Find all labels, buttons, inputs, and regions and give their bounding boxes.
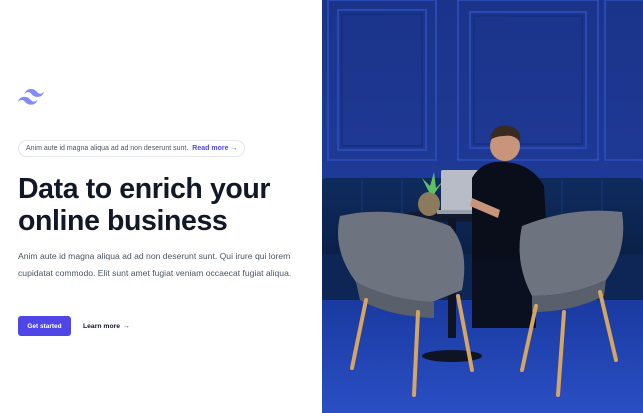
- hero-content-panel: Anim aute id magna aliqua ad ad non dese…: [0, 0, 322, 413]
- announcement-text: Anim aute id magna aliqua ad ad non dese…: [26, 145, 189, 152]
- page-title: Data to enrich your online business: [18, 173, 318, 237]
- announcement-pill: Anim aute id magna aliqua ad ad non dese…: [18, 140, 246, 157]
- arrow-right-icon: →: [123, 322, 130, 330]
- learn-more-label: Learn more: [83, 322, 121, 330]
- page-title-line-1: Data to enrich your: [18, 173, 271, 205]
- page-title-line-2: online business: [18, 205, 228, 237]
- hero-description: Anim aute id magna aliqua ad ad non dese…: [18, 251, 292, 278]
- read-more-label: Read more: [192, 145, 229, 152]
- arrow-right-icon: →: [230, 145, 238, 152]
- tailwind-logo-icon[interactable]: [18, 88, 44, 106]
- office-photo-illustration: [322, 0, 643, 413]
- get-started-button[interactable]: Get started: [18, 316, 71, 336]
- hero-image: [322, 0, 643, 413]
- learn-more-link[interactable]: Learn more →: [83, 316, 130, 336]
- read-more-link[interactable]: Read more →: [192, 145, 237, 152]
